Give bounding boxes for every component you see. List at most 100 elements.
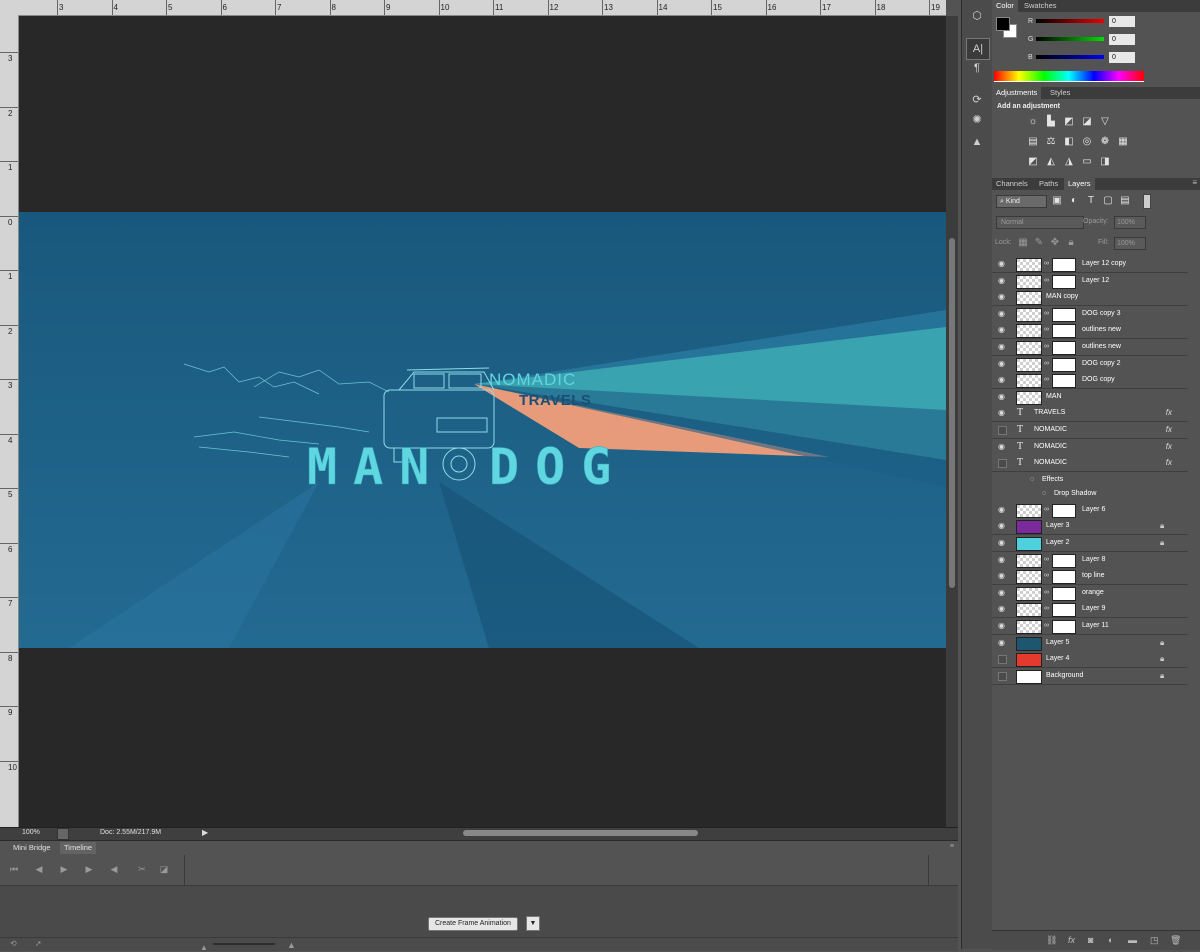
filter-toggle-switch[interactable] [1143, 194, 1151, 209]
zoom-level[interactable]: 100% [22, 829, 40, 836]
layer-row[interactable]: ◉ ∞ DOG copy 3 [992, 305, 1188, 323]
document-canvas-area[interactable]: NOMADIC TRAVELS MAN DOG [19, 16, 946, 827]
layer-name[interactable]: NOMADIC [1034, 422, 1067, 438]
layer-row[interactable]: T NOMADIC fx [992, 422, 1188, 439]
eye-icon[interactable]: ◉ [998, 555, 1006, 564]
actions-icon[interactable]: ✺ [966, 110, 988, 130]
layer-name[interactable]: DOG copy 2 [1082, 356, 1121, 372]
status-info-icon[interactable] [57, 828, 69, 840]
play-icon[interactable]: ▶ [55, 860, 73, 878]
layer-row[interactable]: ◉ ∞ DOG copy 2 [992, 355, 1188, 373]
fx-icon[interactable]: fx [1166, 405, 1172, 421]
eye-icon[interactable]: ◉ [998, 293, 1006, 301]
layer-mask-thumbnail[interactable] [1052, 570, 1076, 585]
blend-mode-select[interactable]: Normal [996, 216, 1084, 229]
layer-row[interactable]: Layer 4 🔒︎ [992, 651, 1188, 669]
zoom-slider[interactable] [213, 943, 275, 945]
layer-mask-thumbnail[interactable] [1052, 553, 1076, 568]
layer-row[interactable]: ◉ ∞ Layer 8 [992, 551, 1188, 569]
histogram-icon[interactable]: ▲ [966, 132, 988, 152]
horizontal-scroll-thumb[interactable] [463, 830, 698, 836]
layer-name[interactable]: MAN copy [1046, 289, 1078, 305]
link-icon[interactable]: ∞ [1044, 556, 1049, 564]
layer-row[interactable]: ◉ ∞ Layer 9 [992, 601, 1188, 619]
type-filter-icon[interactable]: T [1084, 195, 1098, 207]
adjustment-filter-icon[interactable]: ◐ [1067, 195, 1081, 207]
layer-name[interactable]: Layer 6 [1082, 502, 1105, 518]
tab-styles[interactable]: Styles [1046, 87, 1074, 99]
next-frame-icon[interactable]: ▶ [80, 860, 98, 878]
horizontal-ruler[interactable]: 3 4 5 6 7 8 9 10 11 12 13 14 15 16 17 18 19 [0, 0, 946, 16]
layer-mask-thumbnail[interactable] [1052, 374, 1076, 389]
new-adjustment-icon[interactable]: ◐ [1108, 935, 1113, 945]
pixel-filter-icon[interactable]: ▣ [1050, 195, 1064, 207]
link-icon[interactable]: ∞ [1044, 343, 1049, 351]
filter-kind-select[interactable]: ⌕ Kind [996, 195, 1047, 208]
vibrance-icon[interactable]: ▽ [1098, 116, 1112, 128]
lock-brush-icon[interactable]: ✎ [1032, 237, 1046, 249]
layer-name[interactable]: Layer 5 [1046, 635, 1069, 651]
layer-name[interactable]: MAN [1046, 389, 1062, 405]
eye-icon[interactable]: ◉ [998, 326, 1006, 334]
new-layer-icon[interactable]: ◳ [1150, 935, 1159, 946]
layer-mask-thumbnail[interactable] [1052, 307, 1076, 322]
vertical-ruler[interactable]: 3 2 1 0 1 2 3 4 5 6 7 8 9 10 [0, 15, 19, 827]
3d-cube-icon[interactable]: ⬡ [966, 6, 988, 26]
layer-mask-thumbnail[interactable] [1052, 274, 1076, 289]
eye-icon[interactable]: ◉ [998, 376, 1006, 384]
render-icon[interactable]: ➚ [35, 939, 42, 948]
selective-color-icon[interactable]: ◨ [1098, 156, 1112, 168]
layer-name[interactable]: NOMADIC [1034, 439, 1067, 455]
previous-frame-icon[interactable]: ◀ [30, 860, 48, 878]
layer-row[interactable]: ◉ MAN [992, 388, 1188, 406]
trash-icon[interactable]: 🗑︎ [1170, 935, 1181, 946]
eye-icon[interactable]: ◉ [998, 343, 1006, 351]
layer-row[interactable]: ◉ ∞ DOG copy [992, 372, 1188, 390]
layer-name[interactable]: top line [1082, 568, 1105, 584]
link-icon[interactable]: ∞ [1044, 589, 1049, 597]
blue-slider[interactable] [1036, 55, 1104, 59]
layer-name[interactable]: Layer 9 [1082, 601, 1105, 617]
layer-name[interactable]: outlines new [1082, 339, 1121, 355]
character-icon[interactable]: A| [966, 38, 990, 60]
tab-color[interactable]: Color [992, 0, 1018, 12]
tab-timeline[interactable]: Timeline [60, 842, 97, 854]
panel-menu-icon[interactable]: ≡ [950, 843, 954, 850]
layer-row[interactable]: ◉ ∞ orange [992, 584, 1188, 602]
layer-row[interactable]: ◉ ∞ Layer 6 [992, 501, 1188, 519]
layer-name[interactable]: DOG copy 3 [1082, 306, 1121, 322]
visibility-toggle[interactable] [998, 655, 1007, 665]
eye-icon[interactable]: ◉ [998, 622, 1006, 630]
layer-row[interactable]: Background 🔒︎ [992, 667, 1188, 685]
red-value-field[interactable]: 0 [1109, 16, 1135, 27]
tab-layers[interactable]: Layers [1064, 178, 1095, 190]
layer-row[interactable]: ◉ ∞ Layer 11 [992, 618, 1188, 635]
scissors-icon[interactable]: ✂ [133, 860, 151, 878]
layer-mask-thumbnail[interactable] [1052, 324, 1076, 339]
red-slider[interactable] [1036, 19, 1104, 23]
link-icon[interactable]: ∞ [1044, 506, 1049, 514]
fx-icon[interactable]: fx [1166, 455, 1172, 471]
eye-icon[interactable]: ◉ [998, 260, 1006, 268]
link-icon[interactable]: ∞ [1044, 605, 1049, 613]
audio-icon[interactable]: ◀ [105, 860, 123, 878]
blue-value-field[interactable]: 0 [1109, 52, 1135, 63]
eye-icon[interactable]: ◉ [998, 638, 1006, 647]
link-icon[interactable]: ∞ [1044, 326, 1049, 334]
opacity-field[interactable]: 100% [1114, 216, 1146, 229]
layer-row[interactable]: ◉ ∞ top line [992, 568, 1188, 586]
layer-name[interactable]: Layer 12 copy [1082, 256, 1126, 272]
add-mask-icon[interactable]: ◙ [1088, 935, 1093, 945]
hue-saturation-icon[interactable]: ▤ [1026, 136, 1040, 148]
layer-name[interactable]: Layer 11 [1082, 618, 1109, 634]
vertical-scroll-thumb[interactable] [949, 238, 955, 588]
artboard[interactable]: NOMADIC TRAVELS MAN DOG [19, 212, 946, 648]
brightness-icon[interactable]: ☼ [1026, 116, 1040, 128]
layer-mask-thumbnail[interactable] [1052, 620, 1076, 634]
status-menu-arrow-icon[interactable]: ▶ [202, 828, 208, 837]
exposure-icon[interactable]: ◪ [1080, 116, 1094, 128]
layer-name[interactable]: orange [1082, 585, 1104, 601]
layer-row[interactable]: T NOMADIC fx [992, 455, 1188, 473]
layer-mask-thumbnail[interactable] [1052, 586, 1076, 601]
tab-adjustments[interactable]: Adjustments [992, 87, 1042, 99]
